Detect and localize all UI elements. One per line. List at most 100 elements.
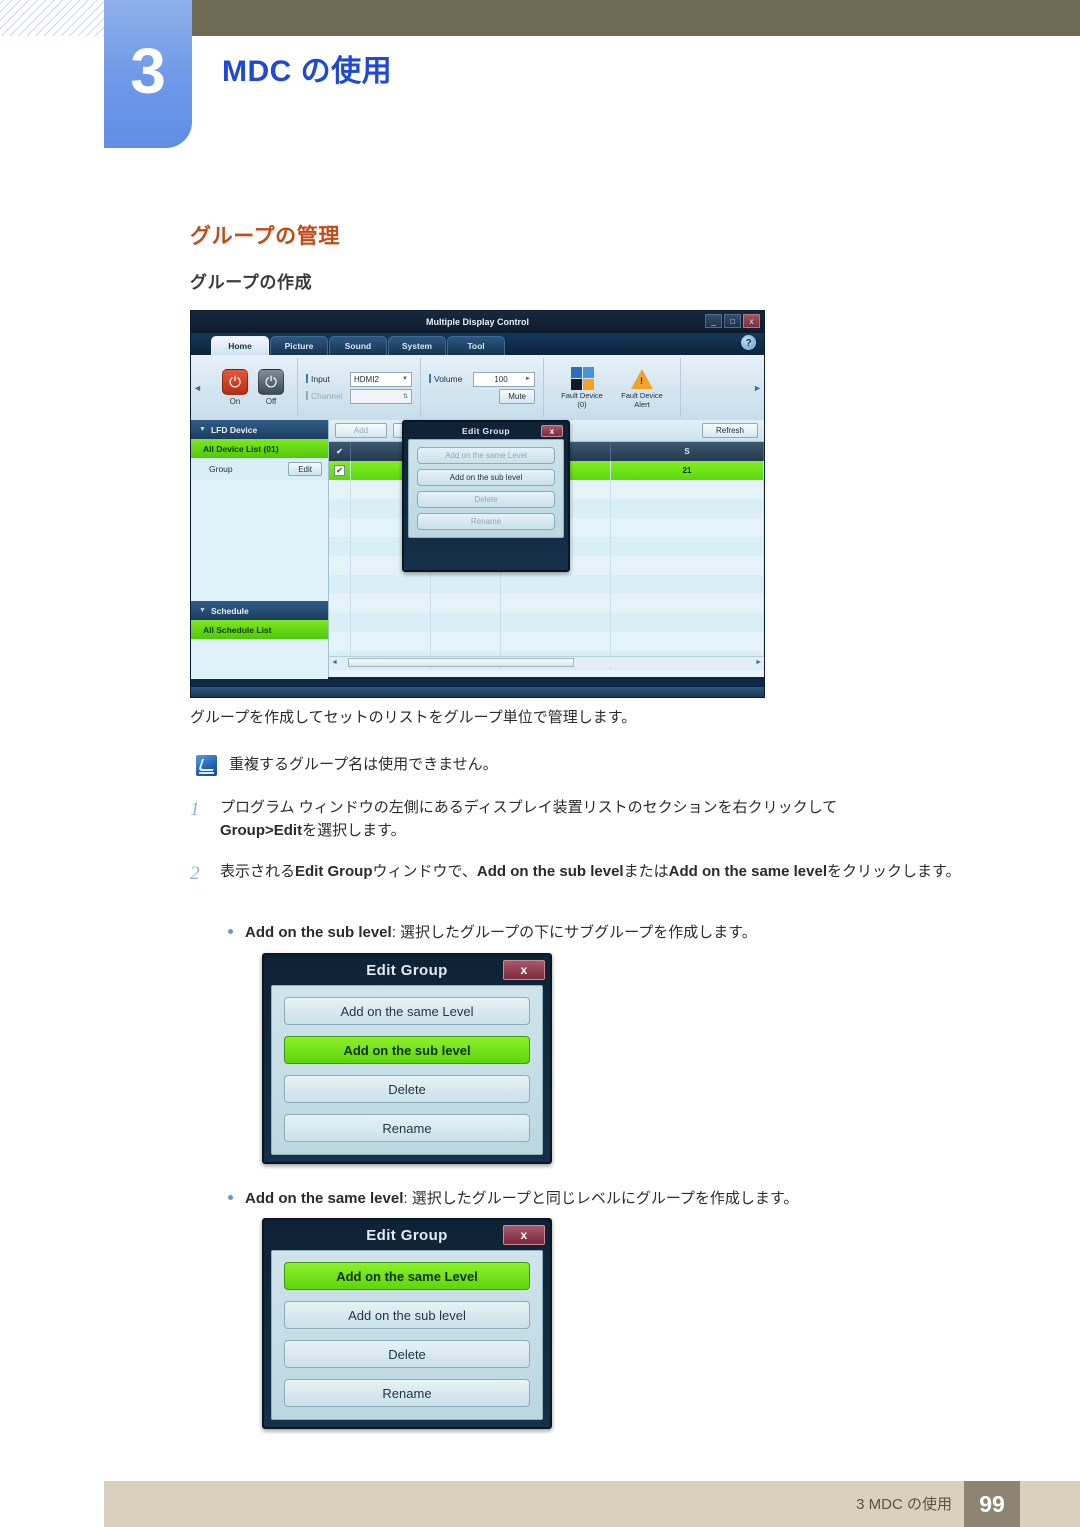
- intro-paragraph: グループを作成してセットのリストをグループ単位で管理します。: [190, 709, 637, 726]
- bullet-2-rest: : 選択したグループと同じレベルにグループを作成します。: [403, 1190, 799, 1207]
- dialog-same-add-on-sub-level-button[interactable]: Add on the sub level: [284, 1301, 530, 1329]
- mute-row: Mute: [429, 388, 535, 404]
- step-2-mid-1: ウィンドウで、: [372, 863, 477, 880]
- fault-alert-label-2: Alert: [634, 399, 650, 409]
- tab-system[interactable]: System: [388, 336, 446, 355]
- sidebar-item-all-device-list[interactable]: All Device List (01): [191, 439, 328, 458]
- power-on-button[interactable]: ⏻ On: [222, 369, 248, 406]
- tab-picture[interactable]: Picture: [270, 336, 328, 355]
- scroll-right-icon[interactable]: ►: [753, 659, 764, 666]
- sidebar-group-label: Group: [209, 464, 233, 474]
- mdc-application-screenshot: Multiple Display Control _ □ x Home Pict…: [190, 310, 765, 698]
- input-select[interactable]: HDMI2 ▼: [350, 371, 412, 387]
- dialog-sub-title-bar: Edit Group x: [264, 955, 550, 985]
- close-icon[interactable]: x: [743, 314, 760, 328]
- dialog-same-add-on-same-level-button[interactable]: Add on the same Level: [284, 1262, 530, 1290]
- dialog-sub-rename-button[interactable]: Rename: [284, 1114, 530, 1142]
- power-off-button[interactable]: ⏻ Off: [258, 369, 284, 406]
- channel-label: Channel: [306, 391, 350, 401]
- sidebar-header-schedule[interactable]: ▼ Schedule: [191, 601, 328, 620]
- tab-tool[interactable]: Tool: [447, 336, 505, 355]
- inline-delete-button[interactable]: Delete: [417, 491, 555, 508]
- scroll-left-icon[interactable]: ◄: [329, 659, 340, 666]
- bullet-add-on-same-level: Add on the same level: 選択したグループと同じレベルにグル…: [228, 1187, 798, 1208]
- step-1-body: プログラム ウィンドウの左側にあるディスプレイ装置リストのセクションを右クリック…: [220, 797, 1010, 842]
- power-on-icon: ⏻: [222, 369, 248, 395]
- chapter-number: 3: [130, 35, 166, 107]
- ribbon-scroll-right-icon[interactable]: ►: [753, 383, 762, 393]
- inline-dialog-title-bar: Edit Group x: [404, 422, 568, 439]
- inline-add-on-sub-level-button[interactable]: Add on the sub level: [417, 469, 555, 486]
- step-2-bold-3: Add on the same level: [668, 863, 828, 880]
- channel-row: Channel ⇅: [306, 388, 412, 404]
- scrollbar-thumb[interactable]: [347, 657, 575, 667]
- step-1-line2-rest: を選択します。: [302, 821, 406, 839]
- add-button[interactable]: Add: [335, 423, 387, 438]
- dialog-sub-close-icon[interactable]: x: [503, 960, 545, 980]
- inline-rename-button[interactable]: Rename: [417, 513, 555, 530]
- dialog-sub-add-on-same-level-button[interactable]: Add on the same Level: [284, 997, 530, 1025]
- inline-dialog-panel: Add on the same Level Add on the sub lev…: [408, 439, 564, 538]
- group-edit-button[interactable]: Edit: [288, 462, 322, 476]
- row-checkbox[interactable]: ✔: [329, 461, 351, 480]
- volume-group: Volume 100 ► Mute: [421, 358, 544, 417]
- step-1-bold: Group>Edit: [220, 821, 303, 839]
- dialog-sub-delete-button[interactable]: Delete: [284, 1075, 530, 1103]
- dialog-same-delete-button[interactable]: Delete: [284, 1340, 530, 1368]
- chapter-title: MDC の使用: [222, 55, 393, 88]
- spinner-arrows-icon: ⇅: [402, 393, 408, 400]
- dialog-same-title: Edit Group: [366, 1226, 448, 1244]
- edit-group-dialog-same-level: Edit Group x Add on the same Level Add o…: [262, 1218, 552, 1429]
- dialog-same-panel: Add on the same Level Add on the sub lev…: [271, 1250, 543, 1420]
- dialog-sub-add-on-sub-level-button[interactable]: Add on the sub level: [284, 1036, 530, 1064]
- step-2-mid-2: または: [623, 863, 669, 880]
- sidebar-schedule-label: Schedule: [210, 605, 249, 616]
- fault-device-alert-button[interactable]: Fault Device Alert: [612, 366, 672, 409]
- fault-device-button[interactable]: Fault Device (0): [552, 366, 612, 409]
- dialog-same-close-icon[interactable]: x: [503, 1225, 545, 1245]
- column-header-checkbox[interactable]: ✔: [329, 442, 351, 461]
- table-row-empty: [329, 632, 764, 651]
- caret-down-icon: ▼: [199, 426, 206, 433]
- volume-input[interactable]: 100 ►: [473, 371, 535, 387]
- refresh-button[interactable]: Refresh: [702, 423, 758, 438]
- sidebar-item-group[interactable]: Group Edit: [191, 458, 328, 480]
- table-row-empty: [329, 613, 764, 632]
- caret-down-icon-schedule: ▼: [199, 607, 206, 614]
- step-2-pre: 表示される: [220, 863, 296, 880]
- fault-device-count: (0): [577, 399, 587, 409]
- fault-alert-icon: [612, 366, 672, 392]
- step-1: 1 プログラム ウィンドウの左側にあるディスプレイ装置リストのセクションを右クリ…: [190, 797, 1010, 842]
- help-icon[interactable]: ?: [741, 335, 756, 350]
- inline-dialog-close-icon[interactable]: x: [541, 425, 563, 437]
- minimize-icon[interactable]: _: [705, 314, 722, 328]
- input-row: Input HDMI2 ▼: [306, 371, 412, 387]
- channel-spinner[interactable]: ⇅: [350, 388, 412, 404]
- subsection-heading: グループの作成: [190, 273, 313, 292]
- row-s: 21: [611, 461, 764, 480]
- maximize-icon[interactable]: □: [724, 314, 741, 328]
- mute-button[interactable]: Mute: [499, 388, 535, 404]
- fault-device-icon: [552, 366, 612, 392]
- mdc-tab-strip: Home Picture Sound System Tool ?: [191, 333, 764, 355]
- sidebar-item-all-schedule-list[interactable]: All Schedule List: [191, 620, 328, 639]
- window-controls: _ □ x: [705, 314, 760, 328]
- volume-value: 100: [494, 374, 508, 384]
- note-text: 重複するグループ名は使用できません。: [229, 756, 498, 773]
- tab-sound[interactable]: Sound: [329, 336, 387, 355]
- column-header-s[interactable]: S: [611, 442, 764, 461]
- input-group: Input HDMI2 ▼ Channel ⇅: [298, 358, 421, 417]
- chevron-down-icon: ▼: [402, 376, 408, 382]
- bullet-add-on-sub-level: Add on the sub level: 選択したグループの下にサブグループを…: [228, 921, 757, 942]
- note-icon: [196, 755, 217, 776]
- inline-add-on-same-level-button[interactable]: Add on the same Level: [417, 447, 555, 464]
- sidebar-header-lfd-device[interactable]: ▼ LFD Device: [191, 420, 328, 439]
- step-2-body: 表示されるEdit Groupウィンドウで、Add on the sub lev…: [220, 861, 1010, 887]
- dialog-same-rename-button[interactable]: Rename: [284, 1379, 530, 1407]
- tab-home[interactable]: Home: [211, 336, 269, 355]
- horizontal-scrollbar[interactable]: ◄ ►: [329, 656, 764, 667]
- ribbon-scroll-left-icon[interactable]: ◄: [193, 383, 202, 393]
- section-heading: グループの管理: [190, 225, 340, 248]
- bullet-1-bold: Add on the sub level: [245, 924, 392, 941]
- step-2-bold-2: Add on the sub level: [476, 863, 624, 880]
